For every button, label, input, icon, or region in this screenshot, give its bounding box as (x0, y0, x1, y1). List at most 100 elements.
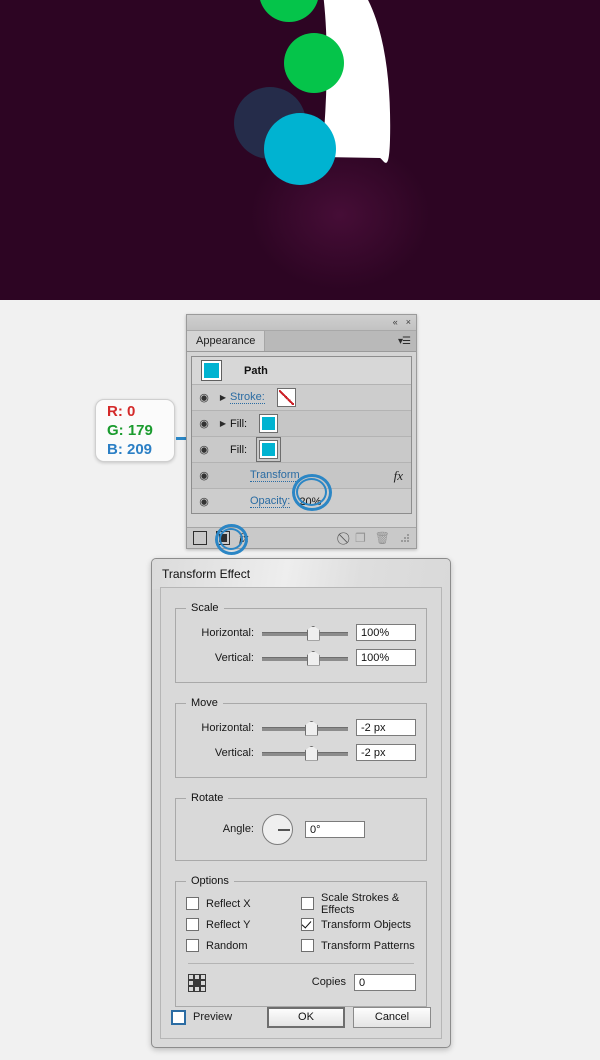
scale-horizontal-slider[interactable] (262, 625, 348, 641)
cyan-circle (264, 113, 336, 185)
visibility-eye-icon[interactable]: ◉ (192, 495, 216, 508)
option-preview[interactable]: Preview (171, 1007, 232, 1028)
stroke-label[interactable]: Stroke: (230, 391, 265, 404)
copies-input[interactable]: 0 (354, 973, 416, 991)
fill-swatch-1[interactable] (259, 414, 279, 433)
tab-appearance[interactable]: Appearance (187, 331, 266, 351)
slider-knob[interactable] (305, 720, 318, 736)
random-label: Random (206, 939, 248, 952)
copies-label: Copies (311, 976, 346, 988)
reflect-x-label: Reflect X (206, 897, 251, 910)
transform-patterns-checkbox[interactable] (301, 939, 314, 952)
dialog-content: Scale Horizontal: 100% Vertical: 100% Mo… (160, 587, 442, 1039)
scale-strokes-checkbox[interactable] (301, 897, 314, 910)
stroke-swatch-none[interactable] (276, 388, 296, 407)
slider-knob[interactable] (306, 650, 320, 666)
option-random[interactable]: Random (186, 935, 301, 956)
reflect-y-checkbox[interactable] (186, 918, 199, 931)
transform-effect-label[interactable]: Transform (250, 469, 300, 482)
visibility-eye-icon[interactable]: ◉ (192, 469, 216, 482)
visibility-eye-icon[interactable]: ◉ (192, 391, 216, 404)
appearance-panel: « × Appearance ▾☰ Path ◉ ▶ Stroke: ◉ ▶ F… (186, 314, 417, 549)
preview-label: Preview (193, 1011, 233, 1023)
scale-horizontal-row: Horizontal: 100% (186, 620, 416, 645)
options-divider (188, 963, 414, 964)
disclosure-triangle-icon[interactable]: ▶ (216, 419, 230, 428)
angle-dial-needle (277, 829, 290, 831)
move-horizontal-slider[interactable] (262, 720, 348, 736)
slider-knob[interactable] (306, 625, 320, 641)
move-horizontal-input[interactable]: -2 px (356, 719, 416, 736)
move-vertical-slider[interactable] (262, 745, 348, 761)
collapse-icon[interactable]: « (393, 318, 398, 327)
artwork-canvas (0, 0, 600, 300)
move-vertical-row: Vertical: -2 px (186, 740, 416, 765)
move-vertical-input[interactable]: -2 px (356, 744, 416, 761)
options-group: Options Reflect X Reflect Y Random Scale… (175, 875, 427, 1007)
add-new-stroke-icon[interactable] (193, 531, 207, 545)
tab-row-spacer (265, 331, 392, 351)
appearance-object-row[interactable]: Path (192, 357, 411, 385)
dialog-title: Transform Effect (162, 567, 251, 581)
cancel-button[interactable]: Cancel (353, 1006, 431, 1028)
option-reflect-x[interactable]: Reflect X (186, 893, 301, 914)
object-thumbnail (201, 360, 222, 381)
scale-group: Scale Horizontal: 100% Vertical: 100% (175, 602, 427, 683)
copies-row: Copies 0 (186, 970, 416, 994)
reference-point-grid-icon[interactable] (188, 973, 206, 992)
annotation-ring-addfill-inner (219, 528, 243, 550)
ok-button[interactable]: OK (267, 1006, 345, 1028)
rgb-value-callout: R: 0 G: 179 B: 209 (95, 399, 175, 462)
scale-vertical-label: Vertical: (214, 651, 254, 664)
scale-horizontal-input[interactable]: 100% (356, 624, 416, 641)
tab-appearance-label: Appearance (196, 335, 256, 347)
options-column-left: Reflect X Reflect Y Random (186, 893, 301, 956)
options-legend: Options (191, 875, 229, 887)
green-circle-second (284, 33, 344, 93)
visibility-eye-icon[interactable]: ◉ (192, 417, 216, 430)
callout-b-value: B: 209 (107, 441, 153, 458)
slider-knob[interactable] (305, 745, 318, 761)
angle-dial[interactable] (262, 813, 293, 845)
options-checkbox-grid: Reflect X Reflect Y Random Scale Strokes (186, 892, 416, 956)
scale-vertical-input[interactable]: 100% (356, 649, 416, 666)
option-transform-objects[interactable]: Transform Objects (301, 914, 416, 935)
angle-label: Angle: (222, 823, 254, 835)
move-legend: Move (191, 697, 218, 709)
scale-horizontal-label: Horizontal: (201, 626, 254, 639)
preview-checkbox[interactable] (171, 1009, 186, 1025)
object-name: Path (244, 364, 268, 377)
scale-legend: Scale (191, 602, 219, 614)
fx-icon[interactable]: fx (394, 468, 403, 484)
close-icon[interactable]: × (406, 318, 411, 327)
option-reflect-y[interactable]: Reflect Y (186, 914, 301, 935)
disclosure-triangle-icon[interactable]: ▶ (216, 393, 230, 402)
visibility-eye-icon[interactable]: ◉ (192, 443, 216, 456)
reflect-x-checkbox[interactable] (186, 897, 199, 910)
opacity-label[interactable]: Opacity: (250, 495, 291, 508)
scale-vertical-row: Vertical: 100% (186, 645, 416, 670)
delete-item-icon[interactable]: 🗑 (375, 531, 390, 545)
slider-track (262, 631, 348, 636)
panel-menu-icon[interactable]: ▾☰ (392, 331, 416, 351)
transform-objects-checkbox[interactable] (301, 918, 314, 931)
transform-patterns-label: Transform Patterns (321, 939, 415, 952)
resize-grip[interactable] (401, 533, 410, 543)
callout-g-value: G: 179 (107, 422, 153, 439)
move-group: Move Horizontal: -2 px Vertical: -2 px (175, 697, 427, 778)
appearance-row-stroke[interactable]: ◉ ▶ Stroke: (192, 385, 411, 411)
annotation-ring-opacity-inner (296, 478, 327, 506)
appearance-row-fill-2[interactable]: ◉ Fill: (192, 437, 411, 463)
fill-swatch-2-selected[interactable] (256, 437, 282, 462)
rotate-legend: Rotate (191, 792, 224, 804)
angle-input[interactable]: 0° (305, 820, 365, 838)
move-vertical-label: Vertical: (214, 746, 254, 759)
rotate-angle-row: Angle: 0° (186, 810, 416, 848)
random-checkbox[interactable] (186, 939, 199, 952)
option-scale-strokes[interactable]: Scale Strokes & Effects (301, 892, 416, 916)
scale-vertical-slider[interactable] (262, 650, 348, 666)
duplicate-item-icon[interactable]: ❐ (355, 531, 366, 545)
option-transform-patterns[interactable]: Transform Patterns (301, 935, 416, 956)
callout-r-value: R: 0 (107, 403, 136, 420)
appearance-row-fill-1[interactable]: ◉ ▶ Fill: (192, 411, 411, 437)
